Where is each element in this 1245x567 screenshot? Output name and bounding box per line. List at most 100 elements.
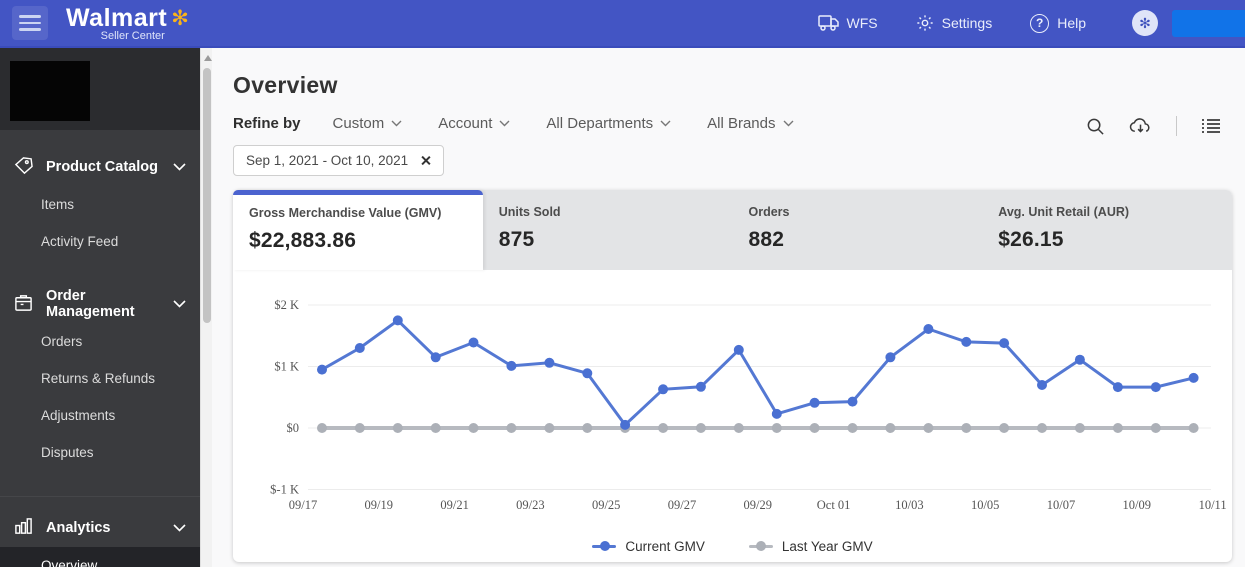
divider <box>1176 116 1177 136</box>
kpi-tab-orders[interactable]: Orders 882 <box>733 190 983 270</box>
section-label: Analytics <box>46 520 111 536</box>
kpi-label: Gross Merchandise Value (GMV) <box>249 206 442 220</box>
list-view-icon[interactable] <box>1201 118 1221 134</box>
svg-text:09/25: 09/25 <box>592 498 620 512</box>
kpi-label: Orders <box>748 205 790 219</box>
svg-text:09/21: 09/21 <box>440 498 468 512</box>
main-content: Overview Refine by Custom Account All De… <box>212 48 1245 567</box>
hamburger-menu-icon[interactable] <box>12 6 48 40</box>
kpi-value: $22,883.86 <box>249 229 357 252</box>
sidebar-item-returns-refunds[interactable]: Returns & Refunds <box>0 360 200 397</box>
sidebar-item-disputes[interactable]: Disputes <box>0 434 200 471</box>
chevron-down-icon <box>660 120 671 127</box>
sidebar-section-analytics[interactable]: Analytics <box>0 509 200 547</box>
gmv-line-chart: $2 K $1 K $0 $-1 K 09/17 09/19 09/21 09/23 09/25… <box>233 270 1232 530</box>
download-cloud-icon[interactable] <box>1129 117 1152 136</box>
filter-label: Account <box>438 115 493 132</box>
filter-label: All Departments <box>546 115 654 132</box>
svg-text:$-1 K: $-1 K <box>270 483 299 497</box>
section-label: Product Catalog <box>46 159 158 175</box>
walmart-logo[interactable]: Walmart ✻ Seller Center <box>66 4 189 42</box>
topbar-nav: WFS Settings Help <box>817 13 1086 33</box>
sidebar-item-items[interactable]: Items <box>0 186 200 223</box>
kpi-value: 875 <box>498 228 535 251</box>
legend-current-gmv[interactable]: Current GMV <box>592 539 705 554</box>
filter-label: Custom <box>332 115 385 132</box>
tag-icon <box>14 156 33 179</box>
filter-account[interactable]: Account <box>438 115 510 132</box>
sidebar-section-order-management[interactable]: Order Management <box>0 285 200 323</box>
truck-icon <box>817 15 839 31</box>
kpi-tab-units-sold[interactable]: Units Sold 875 <box>483 190 733 270</box>
nav-settings[interactable]: Settings <box>916 14 993 32</box>
kpi-label: Units Sold <box>498 205 561 219</box>
sidebar-scrollbar[interactable] <box>200 48 212 567</box>
svg-text:Oct 01: Oct 01 <box>817 498 851 512</box>
svg-text:10/05: 10/05 <box>971 498 999 512</box>
sidebar-item-activity-feed[interactable]: Activity Feed <box>0 223 200 260</box>
analytics-card: Gross Merchandise Value (GMV) $22,883.86… <box>233 190 1232 562</box>
chevron-down-icon <box>173 520 186 536</box>
sidebar-item-adjustments[interactable]: Adjustments <box>0 397 200 434</box>
nav-help-label: Help <box>1057 15 1086 31</box>
seller-spark-badge-icon[interactable] <box>1132 10 1158 36</box>
store-logo-image <box>10 61 90 121</box>
help-icon <box>1030 13 1050 33</box>
filter-departments[interactable]: All Departments <box>546 115 671 132</box>
brand-name: Walmart <box>66 4 168 32</box>
refine-by-label: Refine by <box>233 115 301 132</box>
sidebar-item-orders[interactable]: Orders <box>0 323 200 360</box>
svg-text:10/03: 10/03 <box>895 498 923 512</box>
svg-text:$0: $0 <box>287 421 300 435</box>
page-title: Overview <box>233 72 338 98</box>
svg-text:09/29: 09/29 <box>744 498 772 512</box>
walmart-spark-icon: ✻ <box>171 7 189 30</box>
filter-date-range[interactable]: Custom <box>333 115 403 132</box>
nav-wfs-label: WFS <box>846 15 878 31</box>
svg-text:10/11: 10/11 <box>1199 498 1227 512</box>
date-range-text: Sep 1, 2021 - Oct 10, 2021 <box>246 153 409 168</box>
svg-text:09/19: 09/19 <box>365 498 393 512</box>
brand-subtitle: Seller Center <box>100 30 165 42</box>
svg-text:$1 K: $1 K <box>274 360 299 374</box>
kpi-tab-gmv[interactable]: Gross Merchandise Value (GMV) $22,883.86 <box>233 190 483 270</box>
page-actions <box>1086 116 1221 136</box>
chevron-down-icon <box>173 159 186 175</box>
kpi-value: $26.15 <box>998 228 1064 251</box>
filter-label: All Brands <box>707 115 776 132</box>
remove-filter-icon[interactable] <box>420 155 431 166</box>
filter-brands[interactable]: All Brands <box>707 115 793 132</box>
chevron-down-icon <box>783 120 793 127</box>
gear-icon <box>916 14 934 32</box>
topbar: Walmart ✻ Seller Center WFS Settings ? H… <box>0 0 1245 48</box>
sidebar-item-overview[interactable]: Overview <box>0 547 200 567</box>
svg-text:09/17: 09/17 <box>289 498 317 512</box>
sidebar: Product Catalog Items Activity Feed Orde… <box>0 48 200 567</box>
sidebar-section-product-catalog[interactable]: Product Catalog <box>0 148 200 186</box>
svg-text:10/07: 10/07 <box>1047 498 1075 512</box>
bar-chart-icon <box>14 517 33 540</box>
date-filter-chip[interactable]: Sep 1, 2021 - Oct 10, 2021 <box>233 145 445 176</box>
nav-settings-label: Settings <box>941 15 993 31</box>
box-icon <box>14 293 33 316</box>
section-label: Order Management <box>46 288 135 320</box>
legend-last-year-gmv[interactable]: Last Year GMV <box>748 539 873 554</box>
search-icon[interactable] <box>1086 117 1105 136</box>
kpi-tabs: Gross Merchandise Value (GMV) $22,883.86… <box>233 190 1232 270</box>
chevron-down-icon <box>499 120 510 127</box>
chevron-down-icon <box>391 120 402 127</box>
kpi-label: Avg. Unit Retail (AUR) <box>998 205 1130 219</box>
account-menu[interactable] <box>1172 9 1245 37</box>
kpi-value: 882 <box>748 228 785 251</box>
scrollbar-thumb[interactable] <box>203 68 211 323</box>
nav-wfs[interactable]: WFS <box>817 15 878 31</box>
chart-legend: Current GMV Last Year GMV <box>233 530 1232 562</box>
svg-text:09/23: 09/23 <box>516 498 544 512</box>
nav-help[interactable]: Help <box>1030 13 1086 33</box>
svg-text:09/27: 09/27 <box>668 498 696 512</box>
kpi-tab-aur[interactable]: Avg. Unit Retail (AUR) $26.15 <box>982 190 1232 270</box>
svg-text:10/09: 10/09 <box>1123 498 1151 512</box>
svg-text:$2 K: $2 K <box>274 298 299 312</box>
chevron-down-icon <box>173 296 186 312</box>
walmart-seller-center-app: { "topbar": { "brand": { "name": "Walmar… <box>0 0 1245 567</box>
